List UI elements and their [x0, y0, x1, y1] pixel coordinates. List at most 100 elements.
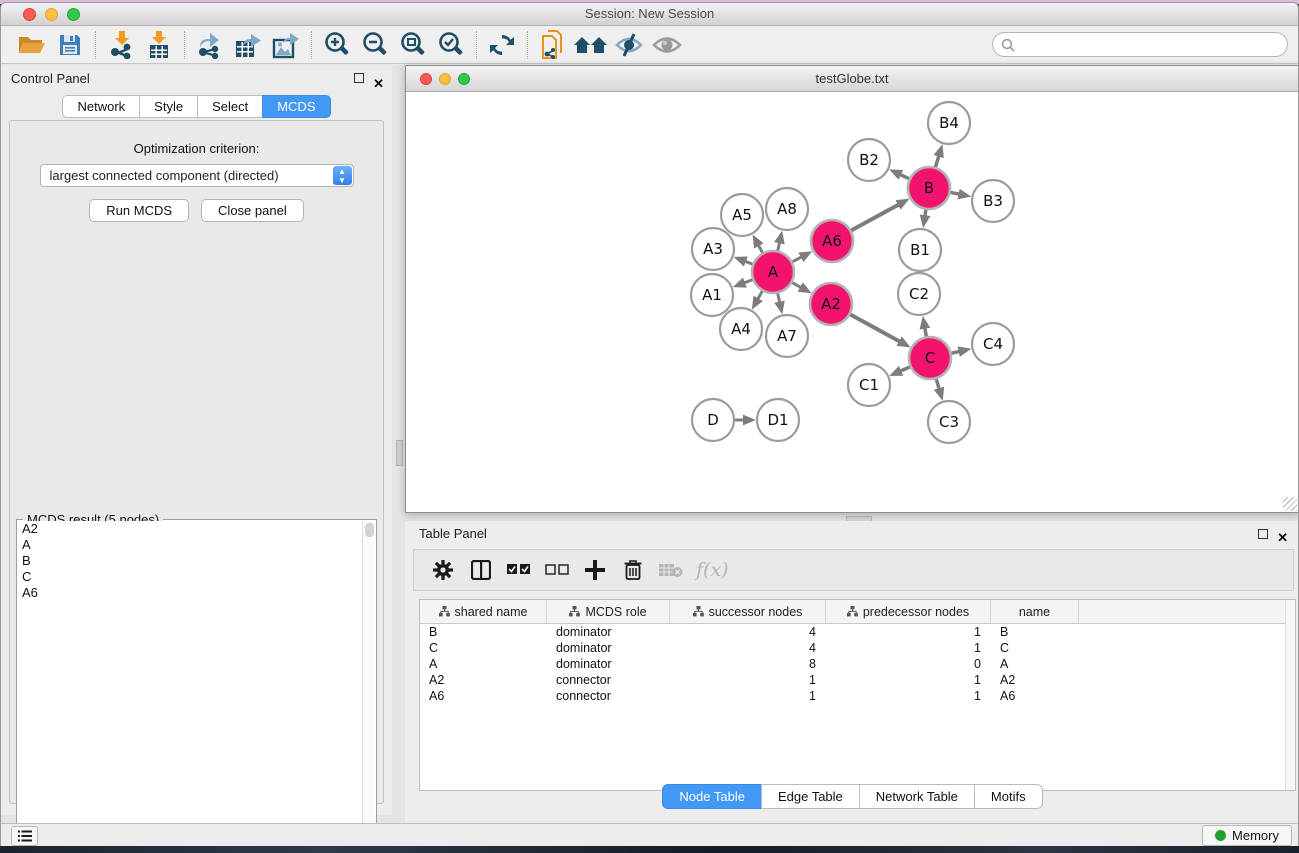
edge-B-B4[interactable]	[935, 155, 939, 168]
node-A1[interactable]: A1	[691, 274, 733, 316]
edge-A2-C[interactable]	[849, 314, 901, 342]
criterion-dropdown[interactable]: largest connected component (directed) ▲…	[40, 164, 354, 187]
window-resize-grip[interactable]	[1283, 497, 1297, 511]
tab-node-table[interactable]: Node Table	[662, 784, 761, 809]
table-cell[interactable]: A6	[991, 688, 1079, 704]
export-image-button[interactable]	[267, 29, 305, 61]
import-table-button[interactable]	[140, 29, 178, 61]
edge-A-A3[interactable]	[744, 261, 754, 265]
node-A2[interactable]: A2	[810, 283, 852, 325]
table-cell[interactable]: dominator	[547, 640, 670, 656]
node-C3[interactable]: C3	[928, 401, 970, 443]
mcds-result-item[interactable]: A	[18, 537, 362, 553]
table-cell[interactable]: 1	[826, 624, 991, 640]
mcds-scrollbar[interactable]	[362, 521, 375, 846]
edge-C-C3[interactable]	[936, 378, 940, 390]
function-builder-button[interactable]: f(x)	[696, 559, 729, 581]
table-row[interactable]: Cdominator41C	[420, 640, 1295, 656]
column-header-shared-name[interactable]: shared name	[420, 600, 547, 623]
node-B1[interactable]: B1	[899, 229, 941, 271]
hide-selected-button[interactable]	[610, 29, 648, 61]
node-D1[interactable]: D1	[757, 399, 799, 441]
refresh-button[interactable]	[483, 29, 521, 61]
table-cell[interactable]: dominator	[547, 624, 670, 640]
edge-A6-B[interactable]	[850, 204, 900, 231]
float-table-panel-icon[interactable]	[1258, 529, 1268, 539]
table-row[interactable]: A6connector11A6	[420, 688, 1295, 704]
node-B[interactable]: B	[908, 167, 950, 209]
node-table[interactable]: shared nameMCDS rolesuccessor nodesprede…	[419, 599, 1296, 791]
delete-column-button[interactable]	[616, 554, 650, 586]
memory-button[interactable]: Memory	[1202, 825, 1292, 846]
table-cell[interactable]: 1	[826, 672, 991, 688]
table-cell[interactable]: 1	[826, 640, 991, 656]
zoom-selected-button[interactable]	[432, 29, 470, 61]
zoom-in-button[interactable]	[318, 29, 356, 61]
table-cell[interactable]: 8	[670, 656, 826, 672]
node-A7[interactable]: A7	[766, 315, 808, 357]
tab-style[interactable]: Style	[139, 95, 197, 118]
unselect-all-columns-button[interactable]	[540, 554, 574, 586]
table-cell[interactable]: 1	[670, 688, 826, 704]
import-network-button[interactable]	[102, 29, 140, 61]
table-cell[interactable]: C	[991, 640, 1079, 656]
table-cell[interactable]: 0	[826, 656, 991, 672]
task-history-button[interactable]	[11, 826, 38, 846]
show-all-button[interactable]	[648, 29, 686, 61]
close-table-panel-icon[interactable]: ✕	[1277, 525, 1288, 551]
table-cell[interactable]: 1	[670, 672, 826, 688]
edge-A-A2[interactable]	[791, 282, 802, 288]
node-C2[interactable]: C2	[898, 273, 940, 315]
zoom-out-button[interactable]	[356, 29, 394, 61]
tab-edge-table[interactable]: Edge Table	[761, 784, 859, 809]
table-cell[interactable]: A	[991, 656, 1079, 672]
mcds-result-item[interactable]: A6	[18, 585, 362, 601]
search-box[interactable]	[992, 32, 1288, 57]
close-panel-icon[interactable]: ✕	[373, 70, 384, 98]
table-settings-button[interactable]	[426, 554, 460, 586]
tab-select[interactable]: Select	[197, 95, 262, 118]
node-A4[interactable]: A4	[720, 308, 762, 350]
edge-A-A7[interactable]	[777, 293, 779, 304]
column-header-MCDS-role[interactable]: MCDS role	[547, 600, 670, 623]
table-cell[interactable]: A2	[991, 672, 1079, 688]
delete-table-button[interactable]	[654, 554, 688, 586]
edge-A-A5[interactable]	[758, 244, 763, 254]
select-all-columns-button[interactable]	[502, 554, 536, 586]
tab-network-table[interactable]: Network Table	[859, 784, 974, 809]
table-row[interactable]: Adominator80A	[420, 656, 1295, 672]
network-canvas[interactable]: AA1A2A3A4A5A6A7A8BB1B2B3B4CC1C2C3C4DD1	[406, 92, 1298, 512]
mcds-result-item[interactable]: B	[18, 553, 362, 569]
table-cell[interactable]: B	[420, 624, 547, 640]
node-B3[interactable]: B3	[972, 180, 1014, 222]
edge-B-B3[interactable]	[950, 192, 961, 194]
table-cell[interactable]: 4	[670, 640, 826, 656]
node-B2[interactable]: B2	[848, 139, 890, 181]
node-A5[interactable]: A5	[721, 194, 763, 236]
edge-C-C1[interactable]	[899, 366, 911, 371]
first-neighbors-button[interactable]	[572, 29, 610, 61]
new-network-from-selection-button[interactable]	[534, 29, 572, 61]
network-minimize-button[interactable]	[439, 73, 451, 85]
column-header-successor-nodes[interactable]: successor nodes	[670, 600, 826, 623]
table-cell[interactable]: C	[420, 640, 547, 656]
save-session-button[interactable]	[51, 29, 89, 61]
column-header-name[interactable]: name	[991, 600, 1079, 623]
search-input[interactable]	[1020, 37, 1287, 52]
table-cell[interactable]: connector	[547, 672, 670, 688]
mcds-result-list[interactable]: A2ABCA6	[18, 521, 362, 846]
add-column-button[interactable]	[578, 554, 612, 586]
node-C4[interactable]: C4	[972, 323, 1014, 365]
node-B4[interactable]: B4	[928, 102, 970, 144]
close-window-button[interactable]	[23, 8, 36, 21]
show-column-panel-button[interactable]	[464, 554, 498, 586]
node-A8[interactable]: A8	[766, 188, 808, 230]
table-cell[interactable]: A6	[420, 688, 547, 704]
table-row[interactable]: A2connector11A2	[420, 672, 1295, 688]
edge-A-A6[interactable]	[792, 256, 803, 262]
edge-B-B2[interactable]	[899, 174, 910, 179]
edge-A-A8[interactable]	[778, 241, 780, 251]
minimize-window-button[interactable]	[45, 8, 58, 21]
table-cell[interactable]: dominator	[547, 656, 670, 672]
zoom-fit-button[interactable]	[394, 29, 432, 61]
